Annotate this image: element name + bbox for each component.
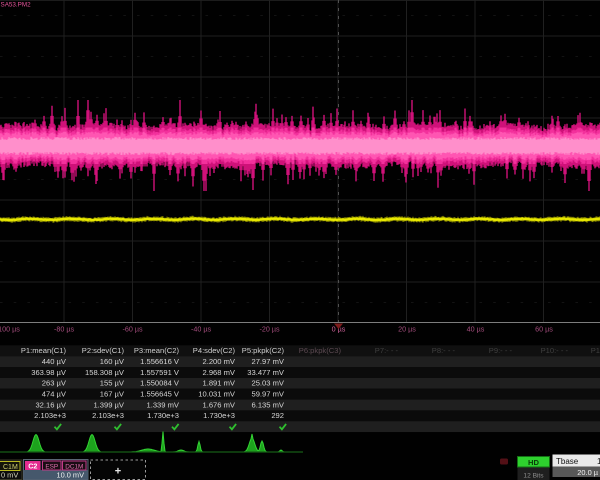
svg-text:HD: HD [528, 458, 539, 467]
svg-text:27.97 mV: 27.97 mV [251, 357, 284, 366]
svg-text:20 µs: 20 µs [398, 325, 416, 334]
svg-text:P10:- - -: P10:- - - [541, 346, 569, 355]
svg-text:1.730e+3: 1.730e+3 [147, 411, 179, 420]
svg-text:20.0 µ: 20.0 µ [577, 468, 598, 477]
svg-text:P8:- - -: P8:- - - [432, 346, 456, 355]
svg-text:1.399 µV: 1.399 µV [93, 400, 124, 409]
svg-text:P7:- - -: P7:- - - [375, 346, 399, 355]
svg-text:1.339 mV: 1.339 mV [146, 400, 179, 409]
svg-text:474 µV: 474 µV [42, 390, 67, 399]
svg-text:1.676 mV: 1.676 mV [202, 400, 235, 409]
svg-text:C2: C2 [28, 462, 37, 471]
svg-text:12 Bits: 12 Bits [523, 473, 544, 480]
svg-text:1.556645 V: 1.556645 V [140, 390, 180, 399]
svg-text:2.103e+3: 2.103e+3 [34, 411, 66, 420]
svg-text:Tbase: Tbase [556, 457, 579, 466]
svg-text:SA53.PM2: SA53.PM2 [1, 1, 32, 8]
svg-text:1.556616 V: 1.556616 V [140, 357, 180, 366]
svg-text:160 µV: 160 µV [100, 357, 125, 366]
svg-text:10.0 mV: 10.0 mV [56, 471, 84, 480]
svg-text:1.557591 V: 1.557591 V [140, 368, 180, 377]
svg-text:P4:sdev(C2): P4:sdev(C2) [193, 346, 236, 355]
svg-text:P1:mean(C1): P1:mean(C1) [21, 346, 67, 355]
svg-text:1.730e+3: 1.730e+3 [203, 411, 235, 420]
svg-text:10.031 mV: 10.031 mV [198, 390, 236, 399]
svg-text:100 µs: 100 µs [0, 325, 20, 334]
svg-text:2.968 mV: 2.968 mV [202, 368, 235, 377]
svg-text:2.200 mV: 2.200 mV [202, 357, 235, 366]
svg-text:P5:pkpk(C2): P5:pkpk(C2) [242, 346, 285, 355]
svg-text:-80 µs: -80 µs [54, 325, 75, 334]
svg-text:P1: P1 [591, 346, 600, 355]
svg-text:0 mV: 0 mV [1, 471, 18, 480]
svg-text:-20 µs: -20 µs [259, 325, 280, 334]
svg-text:6.135 mV: 6.135 mV [251, 400, 284, 409]
svg-text:292: 292 [271, 411, 284, 420]
svg-text:158.308 µV: 158.308 µV [85, 368, 125, 377]
svg-text:363.98 µV: 363.98 µV [31, 368, 67, 377]
svg-text:P2:sdev(C1): P2:sdev(C1) [82, 346, 125, 355]
svg-text:P3:mean(C2): P3:mean(C2) [134, 346, 180, 355]
svg-text:+: + [115, 466, 121, 478]
svg-text:60 µs: 60 µs [535, 325, 553, 334]
svg-text:1.891 mV: 1.891 mV [202, 379, 235, 388]
svg-text:-60 µs: -60 µs [122, 325, 143, 334]
svg-text:167 µV: 167 µV [100, 390, 125, 399]
svg-text:ESP: ESP [45, 463, 58, 470]
svg-text:40 µs: 40 µs [467, 325, 485, 334]
svg-text:32.16 µV: 32.16 µV [35, 400, 66, 409]
svg-text:33.477 mV: 33.477 mV [247, 368, 285, 377]
svg-text:-40 µs: -40 µs [191, 325, 212, 334]
svg-text:263 µV: 263 µV [42, 379, 67, 388]
svg-text:P6:pkpk(C3): P6:pkpk(C3) [299, 346, 342, 355]
svg-text:P9:- - -: P9:- - - [489, 346, 513, 355]
svg-text:DC1M: DC1M [65, 463, 83, 470]
svg-text:2.103e+3: 2.103e+3 [92, 411, 124, 420]
svg-text:1.550084 V: 1.550084 V [140, 379, 180, 388]
svg-text:440 µV: 440 µV [42, 357, 67, 366]
svg-text:59.97 mV: 59.97 mV [251, 390, 284, 399]
svg-text:25.03 mV: 25.03 mV [251, 379, 284, 388]
svg-text:155 µV: 155 µV [100, 379, 125, 388]
